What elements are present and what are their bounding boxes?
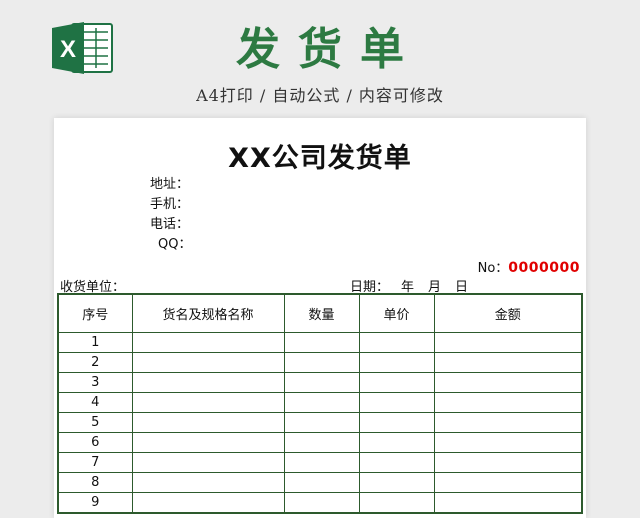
unit-price-cell[interactable] [358, 492, 435, 514]
unit-price-cell[interactable] [358, 452, 435, 473]
document-title: XX公司发货单 [228, 143, 412, 174]
row-index-cell[interactable]: 5 [57, 412, 133, 433]
goods-name-cell[interactable] [131, 452, 285, 473]
table-row: 5 [57, 412, 583, 433]
qq-label[interactable]: QQ： [158, 236, 191, 254]
unit-price-cell[interactable] [358, 372, 435, 393]
row-index-cell[interactable]: 6 [57, 432, 133, 453]
row-index-cell[interactable]: 8 [57, 472, 133, 493]
table-row: 7 [57, 452, 583, 473]
goods-name-cell[interactable] [131, 432, 285, 453]
goods-name-cell[interactable] [131, 372, 285, 393]
quantity-cell[interactable] [283, 352, 360, 373]
table-row: 2 [57, 352, 583, 373]
unit-price-cell[interactable] [358, 332, 435, 353]
amount-cell[interactable] [433, 472, 583, 493]
banner-title: 发货单 [236, 24, 422, 75]
unit-price-cell[interactable] [358, 352, 435, 373]
phone-label[interactable]: 电话： [150, 216, 189, 234]
column-header-index: 序号 [57, 293, 133, 333]
table-row: 1 [57, 332, 583, 353]
goods-name-cell[interactable] [131, 492, 285, 514]
quantity-cell[interactable] [283, 492, 360, 514]
table-row: 9 [57, 492, 583, 514]
amount-cell[interactable] [433, 352, 583, 373]
unit-price-cell[interactable] [358, 472, 435, 493]
row-index-cell[interactable]: 3 [57, 372, 133, 393]
amount-cell[interactable] [433, 452, 583, 473]
invoice-sheet: XX公司发货单 地址： 手机： 电话： QQ： No：0000000 收货单位：… [54, 118, 586, 518]
quantity-cell[interactable] [283, 472, 360, 493]
row-index-cell[interactable]: 1 [57, 332, 133, 353]
amount-cell[interactable] [433, 372, 583, 393]
table-row: 6 [57, 432, 583, 453]
goods-name-cell[interactable] [131, 392, 285, 413]
amount-cell[interactable] [433, 432, 583, 453]
column-header-name: 货名及规格名称 [131, 293, 285, 333]
quantity-cell[interactable] [283, 432, 360, 453]
amount-cell[interactable] [433, 392, 583, 413]
unit-price-cell[interactable] [358, 392, 435, 413]
invoice-number-value: 0000000 [508, 260, 580, 276]
table-row: 8 [57, 472, 583, 493]
table-row: 3 [57, 372, 583, 393]
address-label[interactable]: 地址： [150, 176, 189, 194]
quantity-cell[interactable] [283, 372, 360, 393]
goods-name-cell[interactable] [131, 352, 285, 373]
row-index-cell[interactable]: 9 [57, 492, 133, 514]
amount-cell[interactable] [433, 492, 583, 514]
invoice-number[interactable]: No：0000000 [478, 257, 580, 276]
row-index-cell[interactable]: 2 [57, 352, 133, 373]
row-index-cell[interactable]: 7 [57, 452, 133, 473]
goods-name-cell[interactable] [131, 332, 285, 353]
amount-cell[interactable] [433, 412, 583, 433]
unit-price-cell[interactable] [358, 412, 435, 433]
column-header-quantity: 数量 [283, 293, 360, 333]
unit-price-cell[interactable] [358, 432, 435, 453]
goods-name-cell[interactable] [131, 472, 285, 493]
mobile-label[interactable]: 手机： [150, 196, 189, 214]
table-header-row: 序号 货名及规格名称 数量 单价 金额 [57, 293, 583, 333]
column-header-amount: 金额 [433, 293, 583, 333]
column-header-unit-price: 单价 [358, 293, 435, 333]
goods-table: 序号 货名及规格名称 数量 单价 金额 123456789 [57, 293, 583, 514]
invoice-number-label: No： [477, 261, 509, 276]
quantity-cell[interactable] [283, 332, 360, 353]
row-index-cell[interactable]: 4 [57, 392, 133, 413]
table-row: 4 [57, 392, 583, 413]
amount-cell[interactable] [433, 332, 583, 353]
quantity-cell[interactable] [283, 412, 360, 433]
goods-name-cell[interactable] [131, 412, 285, 433]
quantity-cell[interactable] [283, 392, 360, 413]
banner-subtitle: A4打印 / 自动公式 / 内容可修改 [196, 86, 444, 105]
quantity-cell[interactable] [283, 452, 360, 473]
